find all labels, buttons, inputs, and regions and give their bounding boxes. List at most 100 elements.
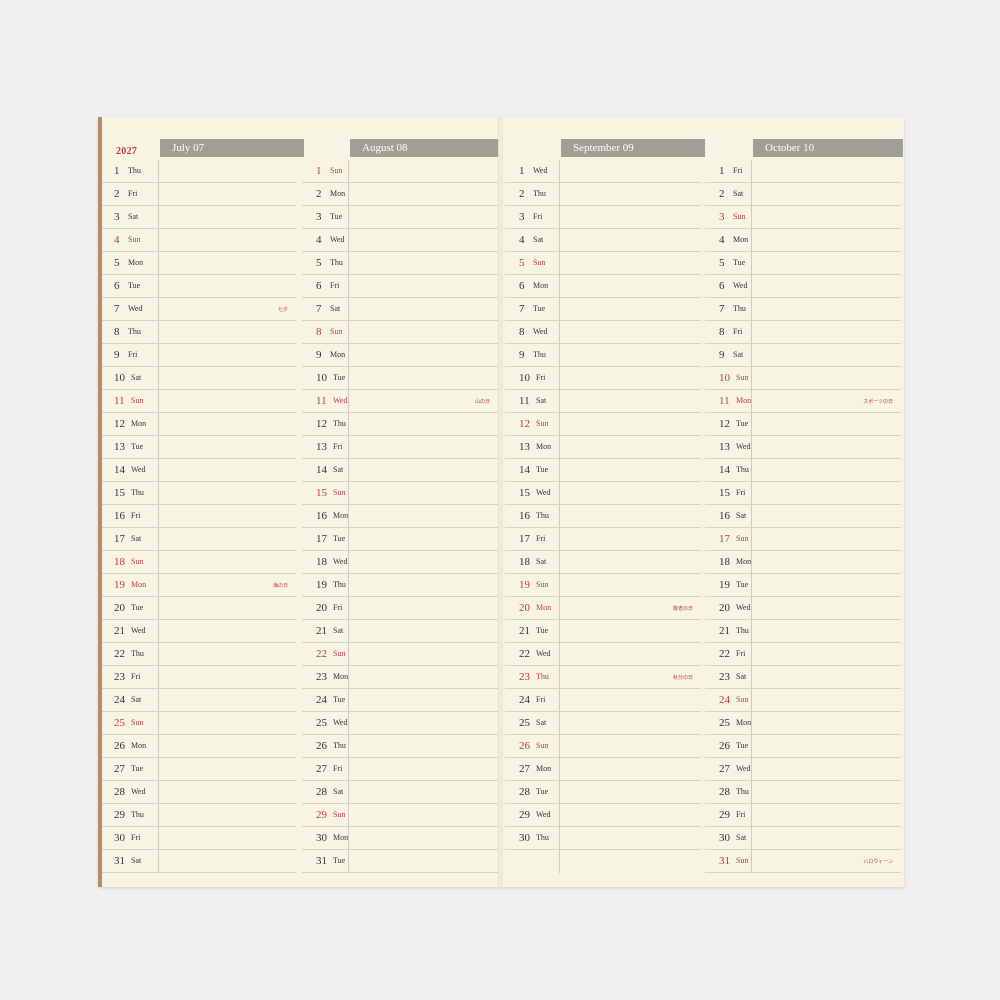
day-row[interactable]: 15 Wed [505,482,701,505]
day-row[interactable]: 17 Fri [505,528,701,551]
day-row[interactable]: 31 Sat [100,850,296,873]
day-row[interactable]: 3 Sun [705,206,901,229]
day-row[interactable]: 17 Sat [100,528,296,551]
day-row[interactable]: 31 Sun ハロウィーン [705,850,901,873]
day-row[interactable]: 25 Mon [705,712,901,735]
day-row[interactable]: 29 Sun [302,804,498,827]
day-row[interactable]: 14 Wed [100,459,296,482]
day-row[interactable]: 9 Thu [505,344,701,367]
day-row[interactable]: 18 Sat [505,551,701,574]
day-row[interactable]: 24 Tue [302,689,498,712]
day-row[interactable]: 23 Sat [705,666,901,689]
day-row[interactable]: 12 Tue [705,413,901,436]
day-row[interactable]: 10 Sun [705,367,901,390]
day-row[interactable]: 19 Mon 海の日 [100,574,296,597]
day-row[interactable]: 21 Wed [100,620,296,643]
day-row[interactable]: 4 Mon [705,229,901,252]
day-row[interactable]: 12 Thu [302,413,498,436]
day-row[interactable]: 20 Mon 敬老の日 [505,597,701,620]
day-row[interactable]: 14 Sat [302,459,498,482]
day-row[interactable]: 2 Fri [100,183,296,206]
day-row[interactable]: 23 Fri [100,666,296,689]
day-row[interactable]: 22 Fri [705,643,901,666]
day-row[interactable]: 14 Thu [705,459,901,482]
day-row[interactable]: 15 Thu [100,482,296,505]
day-row[interactable]: 1 Wed [505,160,701,183]
day-row[interactable]: 18 Mon [705,551,901,574]
day-row[interactable]: 7 Wed 七夕 [100,298,296,321]
day-row[interactable]: 1 Fri [705,160,901,183]
day-row[interactable]: 27 Mon [505,758,701,781]
day-row[interactable]: 28 Thu [705,781,901,804]
day-row[interactable]: 30 Thu [505,827,701,850]
day-row[interactable]: 9 Sat [705,344,901,367]
day-row[interactable]: 26 Tue [705,735,901,758]
day-row[interactable]: 2 Mon [302,183,498,206]
day-row[interactable]: 11 Sat [505,390,701,413]
day-row[interactable]: 9 Mon [302,344,498,367]
day-row[interactable]: 11 Mon スポーツの日 [705,390,901,413]
day-row[interactable]: 1 Sun [302,160,498,183]
day-row[interactable]: 17 Tue [302,528,498,551]
day-row[interactable]: 7 Tue [505,298,701,321]
day-row[interactable]: 16 Sat [705,505,901,528]
day-row[interactable]: 29 Thu [100,804,296,827]
day-row[interactable]: 19 Sun [505,574,701,597]
day-row[interactable]: 24 Sat [100,689,296,712]
day-row[interactable]: 25 Sun [100,712,296,735]
day-row[interactable]: 12 Mon [100,413,296,436]
day-row[interactable]: 18 Sun [100,551,296,574]
day-row[interactable]: 5 Sun [505,252,701,275]
day-row[interactable]: 17 Sun [705,528,901,551]
day-row[interactable]: 23 Mon [302,666,498,689]
day-row[interactable]: 27 Wed [705,758,901,781]
day-row[interactable]: 8 Thu [100,321,296,344]
day-row[interactable]: 8 Fri [705,321,901,344]
day-row[interactable]: 28 Sat [302,781,498,804]
day-row[interactable]: 16 Fri [100,505,296,528]
day-row[interactable]: 22 Thu [100,643,296,666]
day-row[interactable]: 12 Sun [505,413,701,436]
day-row[interactable]: 23 Thu 秋分の日 [505,666,701,689]
day-row[interactable]: 6 Mon [505,275,701,298]
day-row[interactable]: 27 Tue [100,758,296,781]
day-row[interactable]: 21 Tue [505,620,701,643]
day-row[interactable]: 2 Thu [505,183,701,206]
day-row[interactable]: 25 Wed [302,712,498,735]
day-row[interactable]: 13 Wed [705,436,901,459]
day-row[interactable]: 29 Fri [705,804,901,827]
day-row[interactable]: 4 Sun [100,229,296,252]
day-row[interactable]: 27 Fri [302,758,498,781]
day-row[interactable]: 19 Tue [705,574,901,597]
day-row[interactable]: 2 Sat [705,183,901,206]
day-row[interactable]: 26 Thu [302,735,498,758]
day-row[interactable]: 14 Tue [505,459,701,482]
day-row[interactable]: 26 Sun [505,735,701,758]
day-row[interactable]: 18 Wed [302,551,498,574]
day-row[interactable]: 16 Mon [302,505,498,528]
day-row[interactable]: 4 Wed [302,229,498,252]
day-row[interactable]: 6 Tue [100,275,296,298]
day-row[interactable]: 9 Fri [100,344,296,367]
day-row[interactable]: 15 Sun [302,482,498,505]
day-row[interactable]: 20 Tue [100,597,296,620]
day-row[interactable]: 7 Sat [302,298,498,321]
day-row[interactable]: 20 Fri [302,597,498,620]
day-row[interactable]: 3 Fri [505,206,701,229]
day-row[interactable]: 24 Sun [705,689,901,712]
day-row[interactable]: 6 Fri [302,275,498,298]
day-row[interactable]: 28 Tue [505,781,701,804]
day-row[interactable]: 19 Thu [302,574,498,597]
day-row[interactable]: 10 Tue [302,367,498,390]
day-row[interactable]: 22 Sun [302,643,498,666]
day-row[interactable]: 3 Sat [100,206,296,229]
day-row[interactable]: 3 Tue [302,206,498,229]
day-row[interactable]: 22 Wed [505,643,701,666]
day-row[interactable]: 21 Thu [705,620,901,643]
day-row[interactable]: 10 Sat [100,367,296,390]
day-row[interactable]: 31 Tue [302,850,498,873]
day-row[interactable]: 13 Mon [505,436,701,459]
day-row[interactable]: 30 Fri [100,827,296,850]
day-row[interactable]: 24 Fri [505,689,701,712]
day-row[interactable]: 16 Thu [505,505,701,528]
